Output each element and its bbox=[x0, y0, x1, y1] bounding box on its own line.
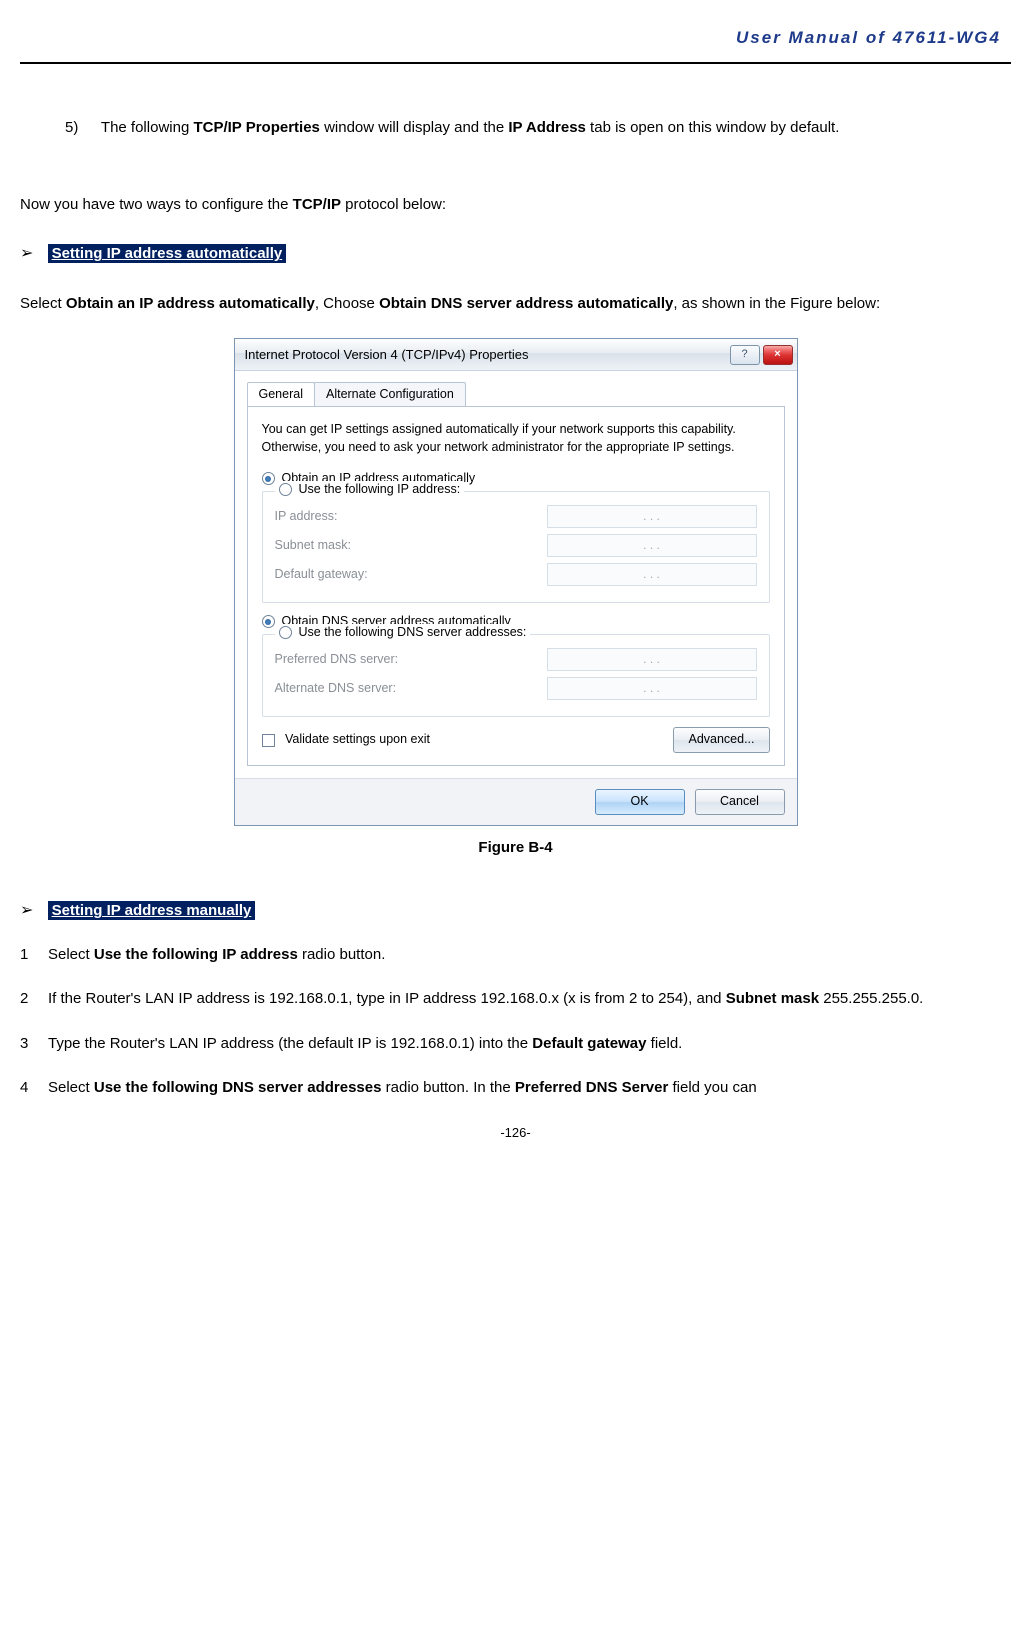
label-gateway: Default gateway: bbox=[275, 566, 368, 583]
page-header: User Manual of 47611-WG4 bbox=[20, 0, 1011, 64]
t-b: Use the following IP address bbox=[94, 946, 298, 963]
tab-alternate[interactable]: Alternate Configuration bbox=[314, 382, 466, 406]
arrow-icon: ➢ bbox=[20, 902, 33, 919]
ok-button[interactable]: OK bbox=[595, 789, 685, 815]
t: window will display and the bbox=[320, 119, 508, 136]
t: tab is open on this window by default. bbox=[586, 119, 840, 136]
t: Select bbox=[20, 295, 66, 312]
t-b: TCP/IP Properties bbox=[193, 119, 319, 136]
t-b: Obtain DNS server address automatically bbox=[379, 295, 673, 312]
radio-use-dns[interactable]: Use the following DNS server addresses: bbox=[275, 624, 531, 641]
manual-step-3: 3 Type the Router's LAN IP address (the … bbox=[20, 1030, 1011, 1059]
t-b: Obtain an IP address automatically bbox=[66, 295, 315, 312]
field-gateway: Default gateway: . . . bbox=[275, 563, 757, 586]
heading-auto: ➢ Setting IP address automatically bbox=[20, 239, 1011, 269]
tab-bar: General Alternate Configuration bbox=[247, 382, 785, 407]
tab-general[interactable]: General bbox=[247, 382, 315, 406]
radio-label: Use the following IP address: bbox=[299, 481, 461, 498]
figure-caption: Figure B-4 bbox=[20, 834, 1011, 863]
manual-step-1: 1 Select Use the following IP address ra… bbox=[20, 941, 1011, 970]
t: radio button. In the bbox=[381, 1079, 514, 1096]
input-ip[interactable]: . . . bbox=[547, 505, 757, 528]
dialog-title: Internet Protocol Version 4 (TCP/IPv4) P… bbox=[245, 346, 727, 364]
num: 3 bbox=[20, 1030, 48, 1059]
field-alternate-dns: Alternate DNS server: . . . bbox=[275, 677, 757, 700]
intro-paragraph: Now you have two ways to configure the T… bbox=[20, 191, 1011, 220]
t-b: Preferred DNS Server bbox=[515, 1079, 668, 1096]
input-subnet[interactable]: . . . bbox=[547, 534, 757, 557]
t: If the Router's LAN IP address is 192.16… bbox=[48, 990, 726, 1007]
t: radio button. bbox=[298, 946, 386, 963]
field-preferred-dns: Preferred DNS server: . . . bbox=[275, 648, 757, 671]
arrow-icon: ➢ bbox=[20, 245, 33, 262]
checkbox-label: Validate settings upon exit bbox=[285, 732, 430, 746]
radio-icon bbox=[262, 615, 275, 628]
ip-group: Use the following IP address: IP address… bbox=[262, 491, 770, 603]
t: , as shown in the Figure below: bbox=[673, 295, 880, 312]
t-b: Default gateway bbox=[532, 1035, 646, 1052]
label-pdns: Preferred DNS server: bbox=[275, 651, 399, 668]
help-button[interactable]: ? bbox=[730, 345, 760, 365]
t-b: TCP/IP bbox=[293, 196, 341, 213]
advanced-button[interactable]: Advanced... bbox=[673, 727, 769, 753]
t: protocol below: bbox=[341, 196, 446, 213]
checkbox-icon bbox=[262, 734, 275, 747]
heading-auto-text: Setting IP address automatically bbox=[48, 244, 287, 263]
titlebar: Internet Protocol Version 4 (TCP/IPv4) P… bbox=[235, 339, 797, 371]
heading-manual-text: Setting IP address manually bbox=[48, 901, 256, 920]
t: , Choose bbox=[315, 295, 379, 312]
auto-paragraph: Select Obtain an IP address automaticall… bbox=[20, 290, 1011, 319]
t: Select bbox=[48, 946, 94, 963]
tcpip-dialog: Internet Protocol Version 4 (TCP/IPv4) P… bbox=[234, 338, 798, 826]
radio-icon bbox=[279, 483, 292, 496]
num: 1 bbox=[20, 941, 48, 970]
figure-b4: Internet Protocol Version 4 (TCP/IPv4) P… bbox=[20, 338, 1011, 826]
t: 255.255.255.0. bbox=[819, 990, 923, 1007]
dns-group: Use the following DNS server addresses: … bbox=[262, 634, 770, 717]
input-adns[interactable]: . . . bbox=[547, 677, 757, 700]
label-ip: IP address: bbox=[275, 508, 338, 525]
t: Type the Router's LAN IP address (the de… bbox=[48, 1035, 532, 1052]
help-icon: ? bbox=[741, 347, 747, 362]
field-subnet: Subnet mask: . . . bbox=[275, 534, 757, 557]
manual-step-2: 2 If the Router's LAN IP address is 192.… bbox=[20, 985, 1011, 1014]
input-pdns[interactable]: . . . bbox=[547, 648, 757, 671]
checkbox-validate[interactable]: Validate settings upon exit bbox=[262, 731, 431, 748]
radio-icon bbox=[279, 626, 292, 639]
label-subnet: Subnet mask: bbox=[275, 537, 351, 554]
label-adns: Alternate DNS server: bbox=[275, 680, 397, 697]
step-5: 5) The following TCP/IP Properties windo… bbox=[65, 114, 1011, 143]
tab-panel-general: You can get IP settings assigned automat… bbox=[247, 406, 785, 766]
heading-manual: ➢ Setting IP address manually bbox=[20, 896, 1011, 926]
t-b: Use the following DNS server addresses bbox=[94, 1079, 382, 1096]
close-icon: × bbox=[774, 347, 780, 362]
t-b: Subnet mask bbox=[726, 990, 819, 1007]
t: The following bbox=[101, 119, 194, 136]
t: Now you have two ways to configure the bbox=[20, 196, 293, 213]
dialog-footer: OK Cancel bbox=[235, 778, 797, 825]
dialog-description: You can get IP settings assigned automat… bbox=[262, 420, 770, 456]
close-button[interactable]: × bbox=[763, 345, 793, 365]
input-gateway[interactable]: . . . bbox=[547, 563, 757, 586]
t: Select bbox=[48, 1079, 94, 1096]
step-5-number: 5) bbox=[65, 114, 97, 143]
radio-icon bbox=[262, 472, 275, 485]
t: field. bbox=[646, 1035, 682, 1052]
page-number: -126- bbox=[20, 1121, 1011, 1146]
field-ip: IP address: . . . bbox=[275, 505, 757, 528]
num: 2 bbox=[20, 985, 48, 1014]
radio-label: Use the following DNS server addresses: bbox=[299, 624, 527, 641]
t: field you can bbox=[668, 1079, 756, 1096]
t-b: IP Address bbox=[508, 119, 586, 136]
num: 4 bbox=[20, 1074, 48, 1103]
radio-use-ip[interactable]: Use the following IP address: bbox=[275, 481, 465, 498]
cancel-button[interactable]: Cancel bbox=[695, 789, 785, 815]
manual-step-4: 4 Select Use the following DNS server ad… bbox=[20, 1074, 1011, 1103]
